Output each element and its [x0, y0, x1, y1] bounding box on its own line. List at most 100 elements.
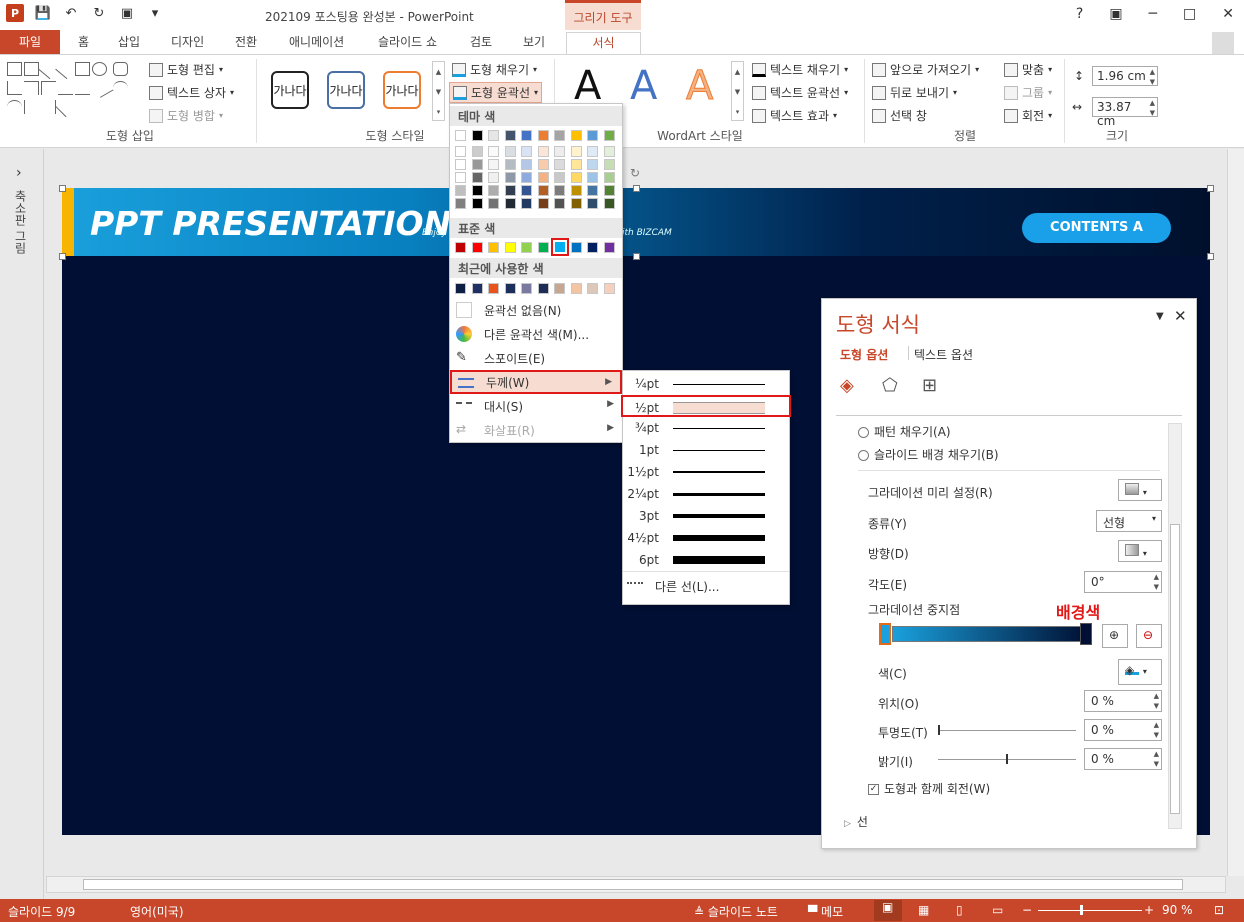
recent-color-swatch[interactable]: [455, 283, 466, 294]
zoom-level[interactable]: 90 %: [1162, 903, 1193, 917]
contents-button-shape[interactable]: CONTENTS A: [1022, 213, 1171, 243]
dashes-item[interactable]: 대시(S) ▶: [450, 394, 622, 418]
selection-pane-button[interactable]: 선택 창: [872, 107, 927, 124]
theme-color-swatch[interactable]: [587, 159, 598, 170]
panel-scrollbar[interactable]: [1168, 423, 1182, 829]
brace-right-shape-icon[interactable]: [41, 100, 56, 114]
style-gallery-scroll[interactable]: ▲ ▼ ▾: [432, 61, 445, 121]
tab-insert[interactable]: 삽입: [112, 32, 146, 54]
zoom-out-button[interactable]: −: [1022, 903, 1032, 917]
theme-color-swatch[interactable]: [570, 146, 582, 157]
remove-gradient-stop-button[interactable]: ⊖: [1136, 624, 1162, 648]
horizontal-scroll-thumb[interactable]: [83, 879, 1183, 890]
standard-color-swatch[interactable]: [603, 242, 615, 253]
theme-color-swatch[interactable]: [455, 146, 466, 157]
standard-color-swatch[interactable]: [504, 242, 516, 253]
theme-color-swatch[interactable]: [603, 146, 615, 157]
theme-color-swatch[interactable]: [471, 185, 483, 196]
theme-color-swatch[interactable]: [587, 198, 598, 209]
theme-color-swatch[interactable]: [537, 159, 549, 170]
angle-input[interactable]: 0° ▲ ▼: [1084, 571, 1162, 593]
wordart-style-orange[interactable]: A: [685, 63, 713, 110]
theme-color-swatch[interactable]: [504, 130, 516, 141]
arc-shape-icon[interactable]: [7, 100, 22, 114]
standard-color-swatch[interactable]: [587, 242, 598, 253]
panel-scroll-thumb[interactable]: [1170, 524, 1180, 814]
shape-outline-button[interactable]: 도형 윤곽선 ▾: [449, 82, 543, 103]
theme-color-swatch[interactable]: [504, 172, 516, 183]
more-outline-colors-item[interactable]: 다른 윤곽선 색(M)...: [450, 322, 622, 346]
reading-view-button[interactable]: ▯: [956, 903, 963, 917]
zoom-slider[interactable]: [1038, 905, 1142, 915]
tab-review[interactable]: 검토: [464, 32, 498, 54]
transparency-input[interactable]: 0 % ▲ ▼: [1084, 719, 1162, 741]
horizontal-scrollbar[interactable]: [46, 876, 1226, 893]
rotate-with-shape-checkbox[interactable]: ✓ 도형과 함께 회전(W): [868, 780, 990, 797]
preset-gradient-dropdown[interactable]: ▾: [1118, 479, 1162, 501]
tab-file[interactable]: 파일: [0, 30, 60, 54]
selection-handle[interactable]: [633, 253, 640, 260]
theme-color-swatch[interactable]: [570, 130, 582, 141]
standard-color-swatch[interactable]: [471, 242, 483, 253]
tab-slideshow[interactable]: 슬라이드 쇼: [372, 32, 443, 54]
avatar[interactable]: [1212, 32, 1234, 54]
standard-color-swatch[interactable]: [488, 242, 499, 253]
theme-color-swatch[interactable]: [554, 185, 565, 196]
selection-handle[interactable]: [59, 253, 66, 260]
text-outline-button[interactable]: 텍스트 윤곽선 ▾: [752, 84, 848, 101]
theme-color-swatch[interactable]: [471, 172, 483, 183]
standard-color-swatch[interactable]: [551, 238, 569, 256]
line-section-header[interactable]: ▷ 선: [844, 813, 868, 830]
theme-color-swatch[interactable]: [554, 146, 565, 157]
pattern-fill-option[interactable]: 패턴 채우기(A): [858, 423, 951, 440]
direction-dropdown[interactable]: ▾: [1118, 540, 1162, 562]
redo-icon[interactable]: ↻: [90, 4, 108, 22]
slide-background-fill-option[interactable]: 슬라이드 배경 채우기(B): [858, 446, 999, 463]
curve-shape-icon[interactable]: [112, 81, 128, 95]
arrows-item[interactable]: ⇄ 화살표(R) ▶: [450, 418, 622, 442]
standard-color-swatch[interactable]: [537, 242, 549, 253]
theme-color-grid[interactable]: [454, 130, 620, 214]
merge-shapes-button[interactable]: 도형 병합 ▾: [149, 107, 223, 124]
eyedropper-item[interactable]: ✎ 스포이트(E): [450, 346, 622, 370]
theme-color-swatch[interactable]: [488, 185, 499, 196]
tab-home[interactable]: 홈: [72, 32, 95, 54]
more-lines-item[interactable]: 다른 선(L)...: [623, 574, 789, 598]
theme-color-swatch[interactable]: [488, 172, 499, 183]
wordart-style-blue[interactable]: A: [630, 63, 657, 109]
add-gradient-stop-button[interactable]: ⊕: [1102, 624, 1128, 648]
recent-color-swatch[interactable]: [471, 283, 483, 294]
normal-view-button[interactable]: ▣: [874, 900, 902, 921]
freeform-shape-icon[interactable]: [93, 78, 114, 98]
recent-color-swatch[interactable]: [504, 283, 516, 294]
brightness-slider[interactable]: [938, 754, 1076, 764]
standard-color-swatch[interactable]: [455, 242, 466, 253]
theme-color-swatch[interactable]: [537, 198, 549, 209]
send-backward-button[interactable]: 뒤로 보내기 ▾: [872, 84, 957, 101]
panel-options-button[interactable]: ▼: [1156, 311, 1164, 322]
star-shape-icon[interactable]: [55, 96, 76, 118]
shape-fill-button[interactable]: 도형 채우기 ▾: [452, 61, 537, 78]
theme-color-swatch[interactable]: [587, 185, 598, 196]
textbox-shape-icon[interactable]: [7, 62, 22, 76]
rectangle-shape-icon[interactable]: [75, 62, 90, 76]
shape-style-preset-1[interactable]: 가나다: [271, 71, 309, 109]
theme-color-swatch[interactable]: [603, 130, 615, 141]
effects-icon[interactable]: ⬠: [882, 375, 898, 396]
slide-sorter-button[interactable]: ▦: [918, 903, 929, 917]
width-spinner[interactable]: ▲ ▼: [1150, 98, 1155, 118]
edit-shape-button[interactable]: 도형 편집 ▾: [149, 61, 223, 78]
theme-color-swatch[interactable]: [488, 198, 499, 209]
recent-color-swatch[interactable]: [537, 283, 549, 294]
shape-style-preset-3[interactable]: 가나다: [383, 71, 421, 109]
no-outline-item[interactable]: 윤곽선 없음(N): [450, 298, 622, 322]
recent-color-row[interactable]: [454, 282, 620, 296]
arrow-line-shape-icon[interactable]: [55, 58, 76, 80]
weight-option[interactable]: 6pt: [623, 549, 789, 571]
recent-color-swatch[interactable]: [554, 283, 565, 294]
slider-thumb[interactable]: [1006, 754, 1008, 764]
thumbnail-pane-collapsed[interactable]: ›: [0, 149, 44, 899]
weight-option[interactable]: 2¼pt: [623, 483, 789, 505]
theme-color-swatch[interactable]: [488, 146, 499, 157]
theme-color-swatch[interactable]: [603, 159, 615, 170]
